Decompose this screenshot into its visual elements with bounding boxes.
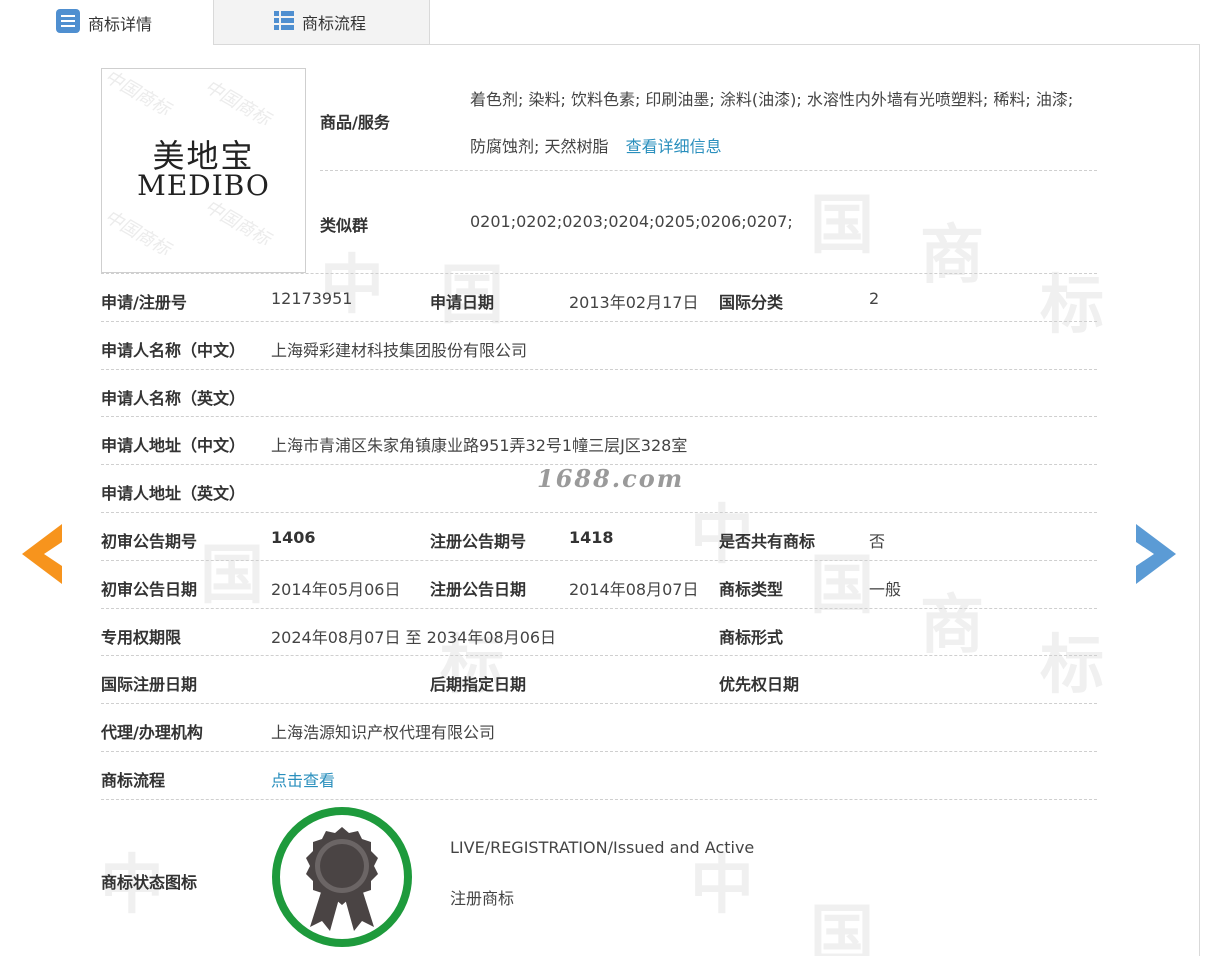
divider — [101, 273, 1097, 274]
divider — [101, 512, 1097, 513]
image-watermark: 中国商标 — [200, 76, 274, 131]
divider — [101, 799, 1097, 800]
goods-services-label: 商品/服务 — [320, 113, 390, 132]
background-watermark: 标 — [1040, 269, 1104, 343]
applicant-cn-label: 申请人名称（中文） — [101, 341, 246, 360]
background-watermark: 国 — [810, 549, 874, 623]
tm-type-label: 商标类型 — [719, 580, 784, 599]
registration-badge-icon — [270, 805, 414, 953]
reg-date-value: 2014年08月07日 — [569, 580, 699, 599]
shared-label: 是否共有商标 — [719, 532, 816, 551]
tab-trademark-flow[interactable]: 商标流程 — [214, 0, 430, 44]
goods-services-text: 防腐蚀剂; 天然树脂 — [470, 137, 609, 156]
background-watermark: 商 — [920, 219, 984, 293]
background-watermark: 国 — [200, 539, 264, 613]
tab-trademark-detail[interactable]: 商标详情 — [0, 0, 214, 45]
prelim-date-label: 初审公告日期 — [101, 580, 198, 599]
detail-panel: 中 国 国 商 标 中 国 商 标 国 标 中 中 国 中国商标 中国商标 中国… — [0, 44, 1200, 956]
status-english-text: LIVE/REGISTRATION/Issued and Active — [450, 838, 755, 857]
divider — [101, 321, 1097, 322]
view-details-link[interactable]: 查看详细信息 — [626, 137, 722, 156]
reg-no-value: 12173951 — [271, 289, 353, 308]
shared-value: 否 — [869, 532, 886, 551]
apply-date-label: 申请日期 — [430, 293, 495, 312]
site-watermark: 1688.com — [537, 464, 685, 493]
background-watermark: 商 — [920, 589, 984, 663]
prelim-issue-label: 初审公告期号 — [101, 532, 198, 551]
background-watermark: 中 — [320, 249, 384, 323]
image-watermark: 中国商标 — [101, 206, 174, 261]
goods-services-line1: 着色剂; 染料; 饮料色素; 印刷油墨; 涂料(油漆); 水溶性内外墙有光喷塑料… — [470, 90, 1074, 109]
priority-date-label: 优先权日期 — [719, 675, 800, 694]
list-icon — [56, 8, 80, 37]
address-en-label: 申请人地址（英文） — [101, 484, 246, 503]
next-arrow-icon[interactable] — [1136, 524, 1176, 588]
address-cn-label: 申请人地址（中文） — [101, 436, 246, 455]
reg-date-label: 注册公告日期 — [430, 580, 527, 599]
intl-class-label: 国际分类 — [719, 293, 784, 312]
reg-issue-label: 注册公告期号 — [430, 532, 527, 551]
divider — [101, 655, 1097, 656]
agent-value: 上海浩源知识产权代理有限公司 — [271, 723, 496, 742]
applicant-en-label: 申请人名称（英文） — [101, 389, 246, 408]
tm-type-value: 一般 — [869, 580, 902, 599]
term-label: 专用权期限 — [101, 628, 182, 647]
status-icon-label: 商标状态图标 — [101, 873, 198, 892]
view-flow-link[interactable]: 点击查看 — [271, 767, 335, 791]
tab-label: 商标详情 — [88, 14, 153, 34]
tab-label: 商标流程 — [302, 14, 367, 33]
status-chinese-text: 注册商标 — [450, 889, 515, 908]
applicant-cn-value: 上海舜彩建材科技集团股份有限公司 — [271, 341, 528, 360]
goods-services-line2: 防腐蚀剂; 天然树脂 查看详细信息 — [470, 133, 722, 157]
tab-bar: 商标详情 商标流程 — [0, 0, 1200, 45]
logo-english-text: MEDIBO — [137, 169, 270, 202]
intl-class-value: 2 — [869, 289, 880, 308]
tm-form-label: 商标形式 — [719, 628, 784, 647]
prelim-date-value: 2014年05月06日 — [271, 580, 401, 599]
previous-arrow-icon[interactable] — [22, 524, 62, 588]
divider — [101, 751, 1097, 752]
trademark-image: 中国商标 中国商标 中国商标 中国商标 美地宝 MEDIBO — [101, 68, 306, 273]
flow-list-icon — [274, 10, 294, 34]
divider — [101, 608, 1097, 609]
flow-label: 商标流程 — [101, 771, 166, 790]
divider — [101, 369, 1097, 370]
background-watermark: 国 — [810, 899, 874, 956]
agent-label: 代理/办理机构 — [101, 723, 203, 742]
divider — [101, 560, 1097, 561]
divider — [101, 703, 1097, 704]
divider — [101, 416, 1097, 417]
address-cn-value: 上海市青浦区朱家角镇康业路951弄32号1幢三层J区328室 — [271, 436, 688, 455]
background-watermark: 国 — [810, 189, 874, 263]
reg-issue-value: 1418 — [569, 528, 614, 547]
reg-no-label: 申请/注册号 — [101, 293, 187, 312]
apply-date-value: 2013年02月17日 — [569, 293, 699, 312]
image-watermark: 中国商标 — [101, 68, 174, 121]
term-value: 2024年08月07日 至 2034年08月06日 — [271, 628, 557, 647]
later-date-label: 后期指定日期 — [430, 675, 527, 694]
background-watermark: 标 — [1040, 629, 1104, 703]
prelim-issue-value: 1406 — [271, 528, 316, 547]
similar-group-label: 类似群 — [320, 216, 369, 235]
divider — [320, 170, 1097, 171]
intl-reg-date-label: 国际注册日期 — [101, 675, 198, 694]
similar-group-value: 0201;0202;0203;0204;0205;0206;0207; — [470, 212, 793, 231]
